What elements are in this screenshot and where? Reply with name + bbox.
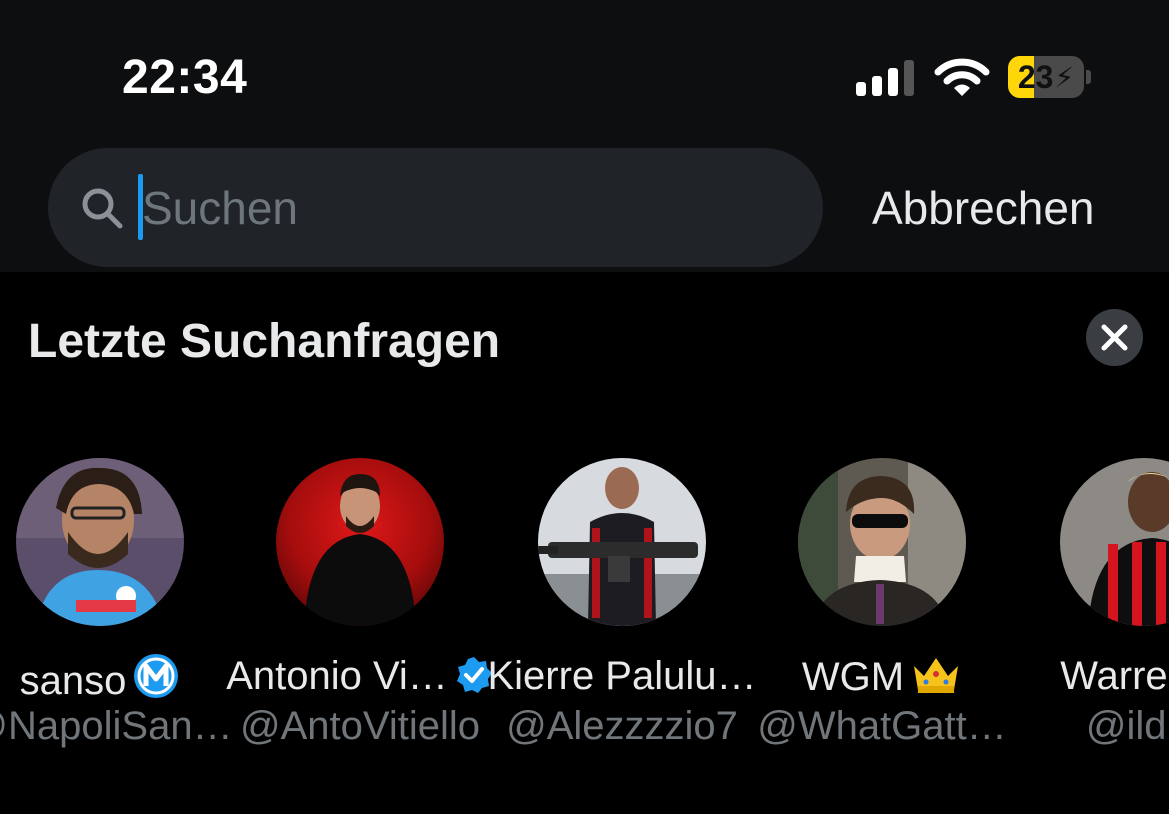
avatar [276,458,444,626]
search-icon [82,188,123,229]
account-name-text: Warren E [1060,654,1169,698]
avatar [798,458,966,626]
recent-searches-title: Letzte Suchanfragen [28,315,501,368]
header-area: 22:34 23⚡ Abbrechen [0,0,1169,272]
search-input[interactable] [142,172,782,244]
close-icon [1101,324,1128,351]
m-badge-icon [134,654,179,698]
battery-level: 23 [1017,58,1054,95]
status-time: 22:34 [122,51,248,104]
account-name: Warren E [974,652,1169,700]
charging-bolt-icon: ⚡ [1054,61,1075,93]
recent-account-item[interactable]: Warren E @ildur [1014,458,1169,758]
battery-indicator: 23 ⚡ [1008,56,1084,98]
recent-account-item[interactable]: WGM @WhatGatt… [752,458,1012,758]
avatar [1060,458,1169,626]
search-screen: 22:34 23⚡ Abbrechen Letzte Suchanf [0,0,1169,814]
account-handle: @ildur [1085,704,1169,748]
crown-emoji-icon [914,658,959,693]
avatar [538,458,706,626]
account-name-text: Antonio Vi… [226,654,448,698]
avatar [16,458,184,626]
cancel-button[interactable]: Abbrechen [872,178,1095,238]
account-name-text: WGM [801,655,905,699]
battery-cap [1086,70,1091,84]
wifi-icon [934,58,990,96]
recent-account-item[interactable]: Antonio Vi… @AntoVitiello [226,458,492,758]
clear-recent-button[interactable] [1086,309,1143,366]
cellular-signal-icon [856,58,914,96]
account-name-text: sanso [19,659,127,703]
